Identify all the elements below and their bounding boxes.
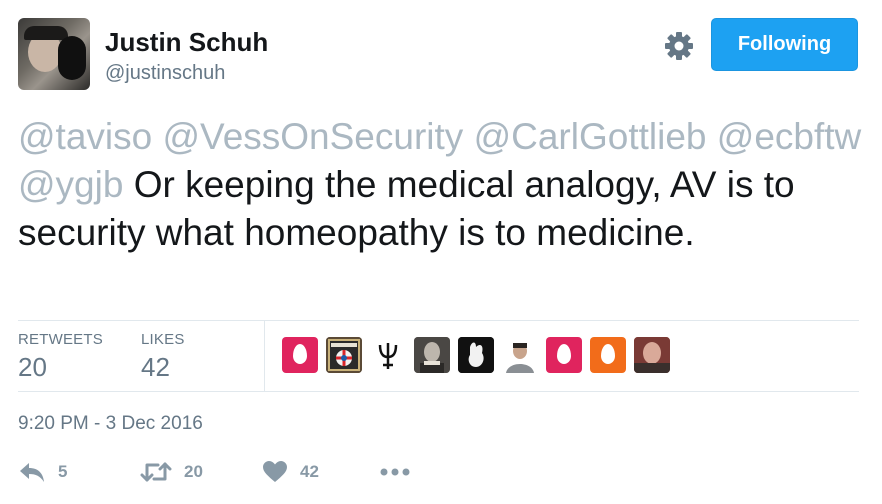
following-button[interactable]: Following (711, 18, 858, 71)
egg-shape (601, 344, 615, 364)
patch-avatar-icon[interactable] (326, 337, 362, 373)
like-count: 42 (300, 462, 319, 481)
user-avatar[interactable] (18, 18, 90, 90)
mention-link[interactable]: @CarlGottlieb (474, 116, 707, 157)
likes-label: LIKES (141, 331, 185, 348)
retweets-count: 20 (18, 352, 47, 382)
retweet-icon (140, 462, 172, 482)
face-avatar-icon[interactable] (634, 337, 670, 373)
egg-avatar-icon[interactable] (590, 337, 626, 373)
portrait-graphic (414, 337, 450, 373)
mention-link[interactable]: @VessOnSecurity (163, 116, 464, 157)
egg-avatar-icon[interactable] (282, 337, 318, 373)
retweets-label: RETWEETS (18, 331, 103, 348)
avatar-cap (24, 26, 68, 40)
tweet-timestamp[interactable]: 9:20 PM - 3 Dec 2016 (18, 413, 203, 435)
like-button[interactable]: 42 (262, 456, 319, 488)
egg-shape (557, 344, 571, 364)
avatar-dog (58, 36, 86, 80)
trident-avatar-icon[interactable] (370, 337, 406, 373)
tweet-stats: RETWEETS 20 LIKES 42 (18, 320, 859, 392)
man-graphic (502, 337, 538, 373)
likes-count: 42 (141, 352, 170, 382)
mention-link[interactable]: @ecbftw (717, 116, 862, 157)
retweets-stat[interactable]: RETWEETS 20 (18, 331, 103, 383)
more-icon (380, 468, 410, 476)
mention-link[interactable]: @taviso (18, 116, 152, 157)
more-button[interactable] (380, 456, 410, 488)
patch-graphic (326, 337, 362, 373)
tweet-text: @taviso @VessOnSecurity @CarlGottlieb @e… (18, 113, 868, 257)
egg-avatar-icon[interactable] (546, 337, 582, 373)
rabbit-avatar-icon[interactable] (458, 337, 494, 373)
egg-shape (293, 344, 307, 364)
stats-divider (264, 321, 265, 391)
gear-icon[interactable] (663, 30, 695, 62)
rabbit-graphic (458, 337, 494, 373)
portrait-avatar-icon[interactable] (414, 337, 450, 373)
face-graphic (634, 337, 670, 373)
trident-graphic (378, 343, 398, 369)
user-display-name[interactable]: Justin Schuh (105, 27, 268, 58)
retweet-count: 20 (184, 462, 203, 481)
mention-link[interactable]: @ygjb (18, 164, 123, 205)
reply-icon (20, 463, 44, 482)
tweet-body-text: Or keeping the medical analogy, AV is to… (18, 164, 795, 253)
man-avatar-icon[interactable] (502, 337, 538, 373)
reply-button[interactable]: 5 (18, 456, 67, 488)
likes-stat[interactable]: LIKES 42 (141, 331, 185, 383)
heart-icon (263, 461, 287, 482)
retweet-button[interactable]: 20 (140, 456, 203, 488)
user-handle[interactable]: @justinschuh (105, 62, 225, 85)
reply-count: 5 (58, 462, 68, 481)
